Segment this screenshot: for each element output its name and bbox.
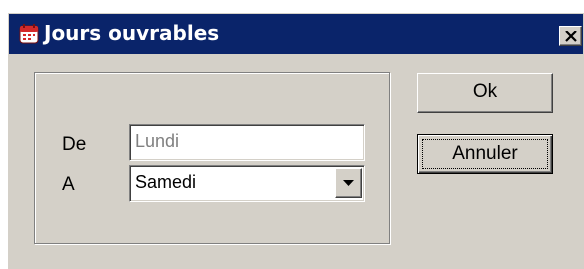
from-label: De: [62, 134, 87, 155]
from-day-value: Lundi: [135, 131, 180, 151]
to-day-select[interactable]: Samedi: [129, 165, 365, 202]
dialog-window: Jours ouvrables De Lundi A Samedi Ok Ann…: [7, 12, 584, 269]
to-day-value: Samedi: [135, 172, 197, 192]
calendar-icon: [19, 24, 39, 44]
cancel-button-label: Annuler: [422, 139, 548, 169]
window-title: Jours ouvrables: [44, 21, 220, 45]
from-day-field: Lundi: [129, 124, 365, 161]
close-button[interactable]: [559, 26, 582, 46]
to-day-dropdown-button[interactable]: [335, 168, 362, 198]
ok-button[interactable]: Ok: [417, 73, 553, 113]
cancel-button[interactable]: Annuler: [417, 134, 553, 174]
to-label: A: [62, 174, 75, 195]
day-range-group: De Lundi A Samedi: [34, 72, 390, 244]
title-bar[interactable]: Jours ouvrables: [9, 14, 583, 54]
